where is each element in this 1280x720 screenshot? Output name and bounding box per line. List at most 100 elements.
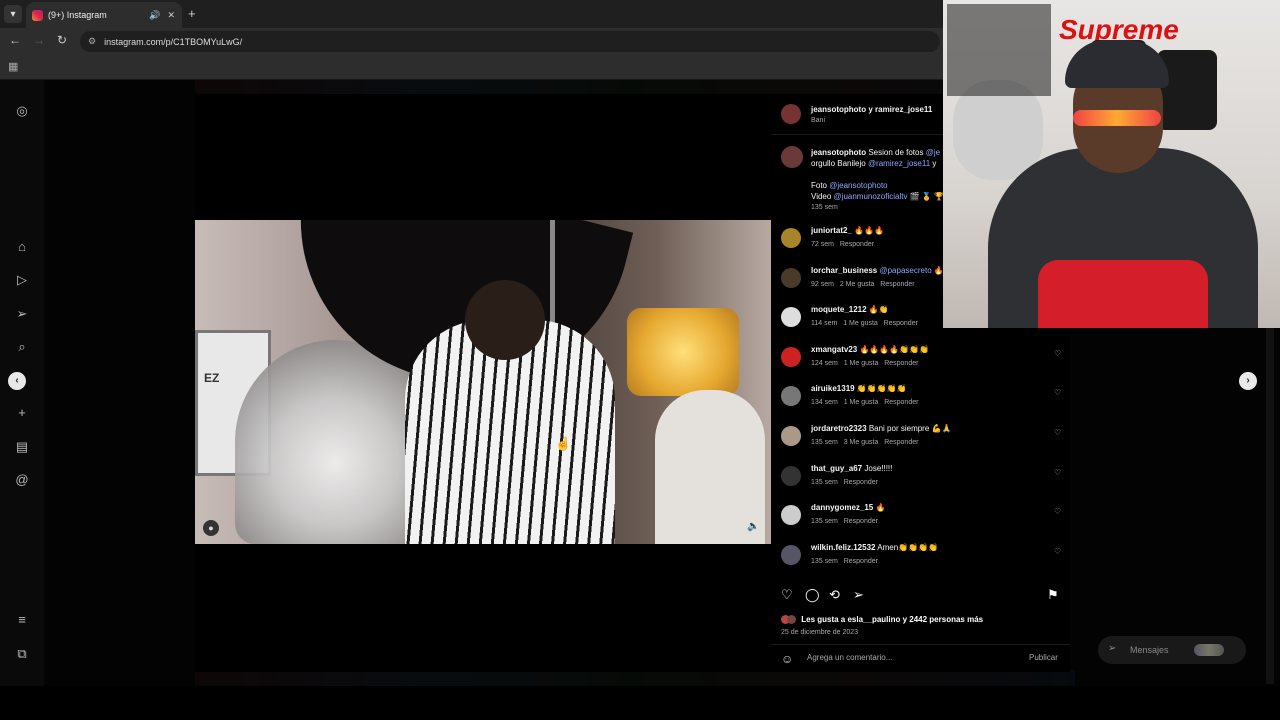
comment-avatar[interactable] [781, 466, 801, 486]
tab-title: (9+) Instagram [48, 10, 107, 20]
bookmark-icon[interactable]: ⚑ [1047, 587, 1059, 603]
share-icon[interactable]: ➢ [853, 587, 864, 603]
repost-icon[interactable]: ⟲ [829, 587, 840, 603]
dashboard-icon[interactable]: ▤ [13, 438, 31, 456]
forward-arrow-icon[interactable]: → [33, 33, 45, 47]
menu-icon[interactable]: ≡ [13, 611, 31, 629]
comment-avatar[interactable] [781, 426, 801, 446]
reply-button[interactable]: Responder [884, 360, 918, 367]
caption-mention[interactable]: @ramirez_jose11 [868, 159, 930, 168]
comment-like-heart-icon[interactable]: ♡ [1054, 468, 1061, 477]
comment-user[interactable]: jordaretro2323 [811, 424, 867, 433]
comment-mention[interactable]: @papasecreto [879, 266, 931, 275]
video-mute-icon[interactable]: 🔈 [747, 521, 759, 532]
reply-button[interactable]: Responder [880, 281, 914, 288]
comment-item: that_guy_a67 Jose!!!!! 135 sem Responder… [771, 464, 1070, 502]
comment-avatar[interactable] [781, 505, 801, 525]
emoji-icon[interactable]: ☺ [781, 652, 793, 666]
caption-text: Foto [811, 181, 830, 190]
post-date: 25 de diciembre de 2023 [781, 629, 859, 636]
threads-icon[interactable]: @ [13, 471, 31, 489]
reply-button[interactable]: Responder [844, 518, 878, 525]
url-text: instagram.com/p/C1TBOMYuLwG/ [104, 36, 243, 47]
address-bar[interactable]: ⚙ instagram.com/p/C1TBOMYuLwG/ [80, 31, 940, 52]
tagged-user-icon[interactable]: ● [203, 520, 219, 536]
add-comment-bar: ☺ Publicar [771, 644, 1070, 673]
comment-user[interactable]: wilkin.feliz.12532 [811, 543, 875, 552]
comment-likes[interactable]: 1 Me gusta [844, 399, 879, 406]
comment-item: dannygomez_15 🔥 135 sem Responder ♡ [771, 503, 1070, 541]
comment-user[interactable]: dannygomez_15 [811, 503, 873, 512]
post-actions: ♡ ◯ ⟲ ➢ ⚑ [771, 584, 1070, 608]
studio-light [627, 308, 739, 396]
comment-like-heart-icon[interactable]: ♡ [1054, 547, 1061, 556]
comment-likes[interactable]: 1 Me gusta [844, 360, 879, 367]
browser-tab-instagram[interactable]: (9+) Instagram 🔊 ✕ [26, 2, 182, 28]
heart-icon[interactable]: ♡ [781, 587, 793, 603]
post-video[interactable]: EZ ● 🔈 ☝ [195, 94, 771, 672]
comment-avatar[interactable] [781, 268, 801, 288]
tab-search-chevron-icon[interactable]: ▾ [4, 5, 22, 23]
comment-user[interactable]: lorchar_business [811, 266, 877, 275]
reload-icon[interactable]: ↻ [57, 33, 67, 47]
comment-avatar[interactable] [781, 386, 801, 406]
comment-likes[interactable]: 1 Me gusta [843, 320, 878, 327]
comment-like-heart-icon[interactable]: ♡ [1054, 388, 1061, 397]
caption-avatar[interactable] [781, 146, 803, 168]
comment-user[interactable]: juniortat2_ [811, 226, 852, 235]
stream-chat-overlay [947, 4, 1051, 96]
comment-user[interactable]: airuike1319 [811, 384, 855, 393]
home-icon[interactable]: ⌂ [13, 238, 31, 256]
page-scrollbar[interactable] [1266, 328, 1274, 684]
reply-button[interactable]: Responder [884, 399, 918, 406]
comment-user[interactable]: xmangatv23 [811, 345, 857, 354]
comment-text: 👏👏👏👏👏 [854, 384, 907, 393]
author-avatar[interactable] [781, 104, 801, 124]
person-head [465, 280, 545, 360]
previous-post-arrow-icon[interactable]: ‹ [8, 372, 26, 390]
search-icon[interactable]: ⌕ [13, 338, 31, 356]
comment-user[interactable]: that_guy_a67 [811, 464, 862, 473]
reply-button[interactable]: Responder [884, 320, 918, 327]
instagram-logo-icon[interactable]: ◎ [13, 102, 31, 120]
comment-item: airuike1319 👏👏👏👏👏 134 sem 1 Me gusta Res… [771, 384, 1070, 422]
messages-pill[interactable]: ➢ Mensajes [1098, 636, 1246, 664]
new-tab-plus-icon[interactable]: + [188, 6, 196, 21]
next-post-arrow-icon[interactable]: › [1239, 372, 1257, 390]
caption-mention[interactable]: @juanmunozoficialtv [834, 192, 908, 201]
comment-avatar[interactable] [781, 228, 801, 248]
create-plus-icon[interactable]: + [13, 404, 31, 422]
reply-button[interactable]: Responder [844, 479, 878, 486]
site-info-icon[interactable]: ⚙ [88, 36, 96, 47]
comment-like-heart-icon[interactable]: ♡ [1054, 428, 1061, 437]
reply-button[interactable]: Responder [844, 558, 878, 565]
comment-likes[interactable]: 2 Me gusta [840, 281, 875, 288]
back-arrow-icon[interactable]: ← [9, 33, 21, 47]
caption-user[interactable]: jeansotophoto [811, 148, 866, 157]
apps-grid-icon[interactable]: ▦ [8, 60, 18, 73]
tab-close-icon[interactable]: ✕ [167, 10, 175, 21]
comment-text: 🔥 [931, 266, 944, 275]
caption-text: y [930, 159, 937, 168]
likes-summary[interactable]: Les gusta a esla__paulino y 2442 persona… [781, 615, 983, 625]
caption-mention[interactable]: @je [926, 148, 940, 157]
comment-like-heart-icon[interactable]: ♡ [1054, 507, 1061, 516]
comment-avatar[interactable] [781, 307, 801, 327]
comment-likes[interactable]: 3 Me gusta [844, 439, 879, 446]
comment-like-heart-icon[interactable]: ♡ [1054, 349, 1061, 358]
comment-avatar[interactable] [781, 347, 801, 367]
post-location[interactable]: Bani [811, 117, 825, 124]
comment-icon[interactable]: ◯ [805, 587, 820, 603]
publish-button[interactable]: Publicar [1029, 653, 1058, 662]
caption-mention[interactable]: @jeansotophoto [829, 181, 887, 190]
reply-button[interactable]: Responder [884, 439, 918, 446]
comment-input[interactable] [805, 652, 1009, 663]
comment-avatar[interactable] [781, 545, 801, 565]
comment-user[interactable]: moquete_1212 [811, 305, 867, 314]
reels-icon[interactable]: ▷ [13, 271, 31, 289]
tab-audio-icon[interactable]: 🔊 [149, 10, 160, 21]
messages-icon[interactable]: ➢ [13, 305, 31, 323]
post-author[interactable]: jeansotophoto y ramirez_jose11 [811, 105, 932, 114]
more-apps-icon[interactable]: ⧉ [13, 645, 31, 663]
reply-button[interactable]: Responder [840, 241, 874, 248]
